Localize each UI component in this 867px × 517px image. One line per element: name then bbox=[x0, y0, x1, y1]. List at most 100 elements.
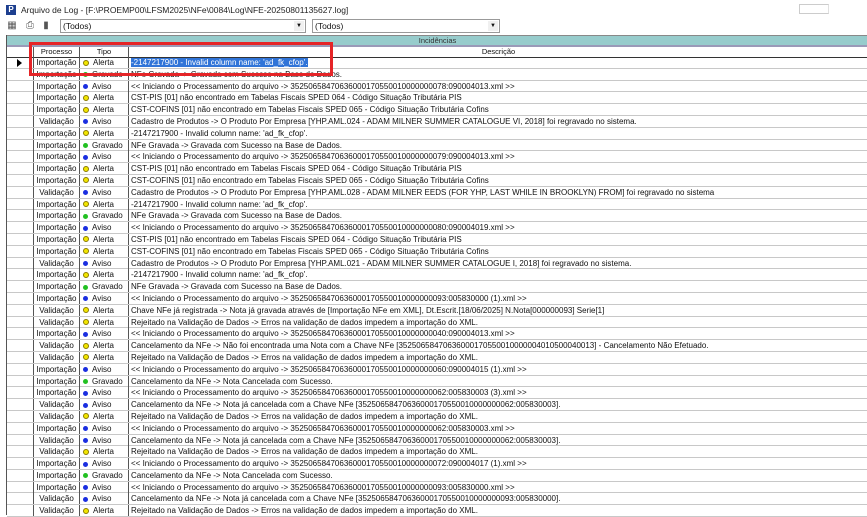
row-indicator[interactable] bbox=[7, 92, 34, 104]
cell-processo: Importação bbox=[34, 174, 80, 186]
row-indicator[interactable] bbox=[7, 115, 34, 127]
row-indicator[interactable] bbox=[7, 245, 34, 257]
table-row[interactable]: Importação Alerta -2147217900 - Invalid co… bbox=[7, 198, 867, 211]
row-indicator[interactable] bbox=[7, 186, 34, 198]
indicator-header bbox=[7, 47, 34, 57]
row-indicator[interactable] bbox=[7, 222, 34, 234]
row-indicator[interactable] bbox=[7, 458, 34, 470]
table-row[interactable]: Importação Aviso << Iniciando o Processame… bbox=[7, 80, 867, 93]
table-row[interactable]: Importação Aviso << Iniciando o Processame… bbox=[7, 481, 867, 494]
row-indicator[interactable] bbox=[7, 80, 34, 92]
cell-descricao: CST-PIS [01] não encontrado em Tabelas F… bbox=[129, 163, 867, 174]
row-indicator[interactable] bbox=[7, 269, 34, 281]
row-indicator[interactable] bbox=[7, 340, 34, 352]
tipo-label: Aviso bbox=[92, 364, 112, 374]
table-row[interactable]: Importação Gravado NFe Gravada -> Gravada … bbox=[7, 68, 867, 81]
row-indicator[interactable] bbox=[7, 233, 34, 245]
row-indicator[interactable] bbox=[7, 316, 34, 328]
table-row[interactable]: Importação Aviso << Iniciando o Processame… bbox=[7, 387, 867, 400]
table-row[interactable]: Importação Alerta -2147217900 - Invalid co… bbox=[7, 269, 867, 282]
table-row[interactable]: Validação Alerta Rejeitado na Validação de… bbox=[7, 446, 867, 459]
tipo-label: Alerta bbox=[93, 199, 114, 209]
chevron-down-icon[interactable]: ▼ bbox=[488, 21, 498, 31]
table-row[interactable]: Validação Aviso Cancelamento da NFe -> Not… bbox=[7, 399, 867, 411]
row-indicator[interactable] bbox=[7, 198, 34, 210]
table-row[interactable]: Validação Alerta Rejeitado na Validação de… bbox=[7, 316, 867, 329]
row-indicator[interactable] bbox=[7, 399, 34, 411]
cell-tipo: Aviso bbox=[80, 458, 129, 470]
row-indicator[interactable] bbox=[7, 257, 34, 269]
table-row[interactable]: Importação Aviso << Iniciando o Processame… bbox=[7, 151, 867, 164]
table-row[interactable]: Importação Aviso << Iniciando o Processame… bbox=[7, 363, 867, 376]
row-indicator[interactable] bbox=[7, 351, 34, 363]
print-icon[interactable]: ⎙ bbox=[24, 20, 36, 31]
properties-icon[interactable]: ▦ bbox=[6, 20, 18, 31]
table-row[interactable]: Importação Gravado Cancelamento da NFe -> … bbox=[7, 469, 867, 482]
row-indicator[interactable] bbox=[7, 493, 34, 505]
descricao-text: Cadastro de Produtos -> O Produto Por Em… bbox=[131, 258, 632, 268]
filter-processo-select[interactable]: (Todos) ▼ bbox=[60, 19, 306, 33]
row-indicator[interactable] bbox=[7, 363, 34, 375]
cell-descricao: NFe Gravada -> Gravada com Sucesso na Ba… bbox=[129, 140, 867, 151]
table-row[interactable]: Validação Alerta Rejeitado na Validação de… bbox=[7, 505, 867, 517]
table-row[interactable]: Importação Aviso << Iniciando o Processame… bbox=[7, 222, 867, 234]
table-row[interactable]: Importação Alerta -2147217900 - Invalid co… bbox=[7, 57, 867, 69]
column-header-processo[interactable]: Processo bbox=[34, 47, 80, 57]
cell-processo: Importação bbox=[34, 245, 80, 257]
table-row[interactable]: Importação Alerta CST-COFINS [01] não enco… bbox=[7, 245, 867, 258]
row-indicator[interactable] bbox=[7, 292, 34, 304]
table-row[interactable]: Importação Alerta CST-COFINS [01] não enco… bbox=[7, 174, 867, 187]
row-indicator[interactable] bbox=[7, 174, 34, 186]
row-indicator[interactable] bbox=[7, 163, 34, 175]
row-indicator[interactable] bbox=[7, 281, 34, 293]
row-indicator[interactable] bbox=[7, 68, 34, 80]
table-row[interactable]: Importação Gravado Cancelamento da NFe -> … bbox=[7, 375, 867, 388]
table-row[interactable]: Importação Aviso << Iniciando o Processame… bbox=[7, 458, 867, 470]
table-row[interactable]: Importação Gravado NFe Gravada -> Gravada … bbox=[7, 210, 867, 223]
row-indicator[interactable] bbox=[7, 410, 34, 422]
row-indicator[interactable] bbox=[7, 210, 34, 222]
table-row[interactable]: Importação Gravado NFe Gravada -> Gravada … bbox=[7, 139, 867, 152]
chevron-down-icon[interactable]: ▼ bbox=[294, 21, 304, 31]
row-indicator[interactable] bbox=[7, 434, 34, 446]
cell-descricao: CST-PIS [01] não encontrado em Tabelas F… bbox=[129, 234, 867, 245]
title-field[interactable] bbox=[799, 4, 829, 14]
row-indicator[interactable] bbox=[7, 151, 34, 163]
table-row[interactable]: Validação Aviso Cancelamento da NFe -> Not… bbox=[7, 493, 867, 506]
table-row[interactable]: Importação Aviso << Iniciando o Processame… bbox=[7, 328, 867, 341]
row-indicator[interactable] bbox=[7, 127, 34, 139]
table-row[interactable]: Validação Aviso Cadastro de Produtos -> O … bbox=[7, 186, 867, 199]
table-row[interactable]: Importação Alerta -2147217900 - Invalid co… bbox=[7, 127, 867, 140]
filter-tipo-select[interactable]: (Todos) ▼ bbox=[312, 19, 500, 33]
row-indicator[interactable] bbox=[7, 328, 34, 340]
export-icon[interactable]: ▮ bbox=[40, 20, 52, 31]
cell-processo: Importação bbox=[34, 92, 80, 104]
row-indicator[interactable] bbox=[7, 387, 34, 399]
table-row[interactable]: Validação Aviso Cancelamento da NFe -> Not… bbox=[7, 434, 867, 447]
row-indicator[interactable] bbox=[7, 104, 34, 116]
row-indicator[interactable] bbox=[7, 422, 34, 434]
row-indicator[interactable] bbox=[7, 139, 34, 151]
table-row[interactable]: Importação Alerta CST-COFINS [01] não enco… bbox=[7, 104, 867, 116]
row-indicator[interactable] bbox=[7, 57, 34, 68]
row-indicator[interactable] bbox=[7, 481, 34, 493]
table-row[interactable]: Validação Alerta Cancelamento da NFe -> Nã… bbox=[7, 340, 867, 352]
table-row[interactable]: Importação Alerta CST-PIS [01] não encontr… bbox=[7, 163, 867, 175]
table-row[interactable]: Importação Aviso << Iniciando o Processame… bbox=[7, 292, 867, 305]
table-row[interactable]: Validação Alerta Rejeitado na Validação de… bbox=[7, 351, 867, 364]
row-indicator[interactable] bbox=[7, 304, 34, 316]
table-row[interactable]: Validação Aviso Cadastro de Produtos -> O … bbox=[7, 257, 867, 270]
row-indicator[interactable] bbox=[7, 375, 34, 387]
row-indicator[interactable] bbox=[7, 469, 34, 481]
column-header-descricao[interactable]: Descrição bbox=[129, 47, 867, 57]
table-row[interactable]: Importação Alerta CST-PIS [01] não encontr… bbox=[7, 233, 867, 246]
table-row[interactable]: Importação Gravado NFe Gravada -> Gravada … bbox=[7, 281, 867, 293]
table-row[interactable]: Validação Aviso Cadastro de Produtos -> O … bbox=[7, 115, 867, 128]
table-row[interactable]: Validação Alerta Chave NFe já registrada -… bbox=[7, 304, 867, 317]
warning-dot-icon bbox=[83, 94, 89, 101]
table-row[interactable]: Validação Alerta Rejeitado na Validação de… bbox=[7, 410, 867, 423]
column-header-tipo[interactable]: Tipo bbox=[80, 47, 129, 57]
table-row[interactable]: Importação Alerta CST-PIS [01] não encontr… bbox=[7, 92, 867, 105]
row-indicator[interactable] bbox=[7, 446, 34, 458]
table-row[interactable]: Importação Aviso << Iniciando o Processame… bbox=[7, 422, 867, 435]
